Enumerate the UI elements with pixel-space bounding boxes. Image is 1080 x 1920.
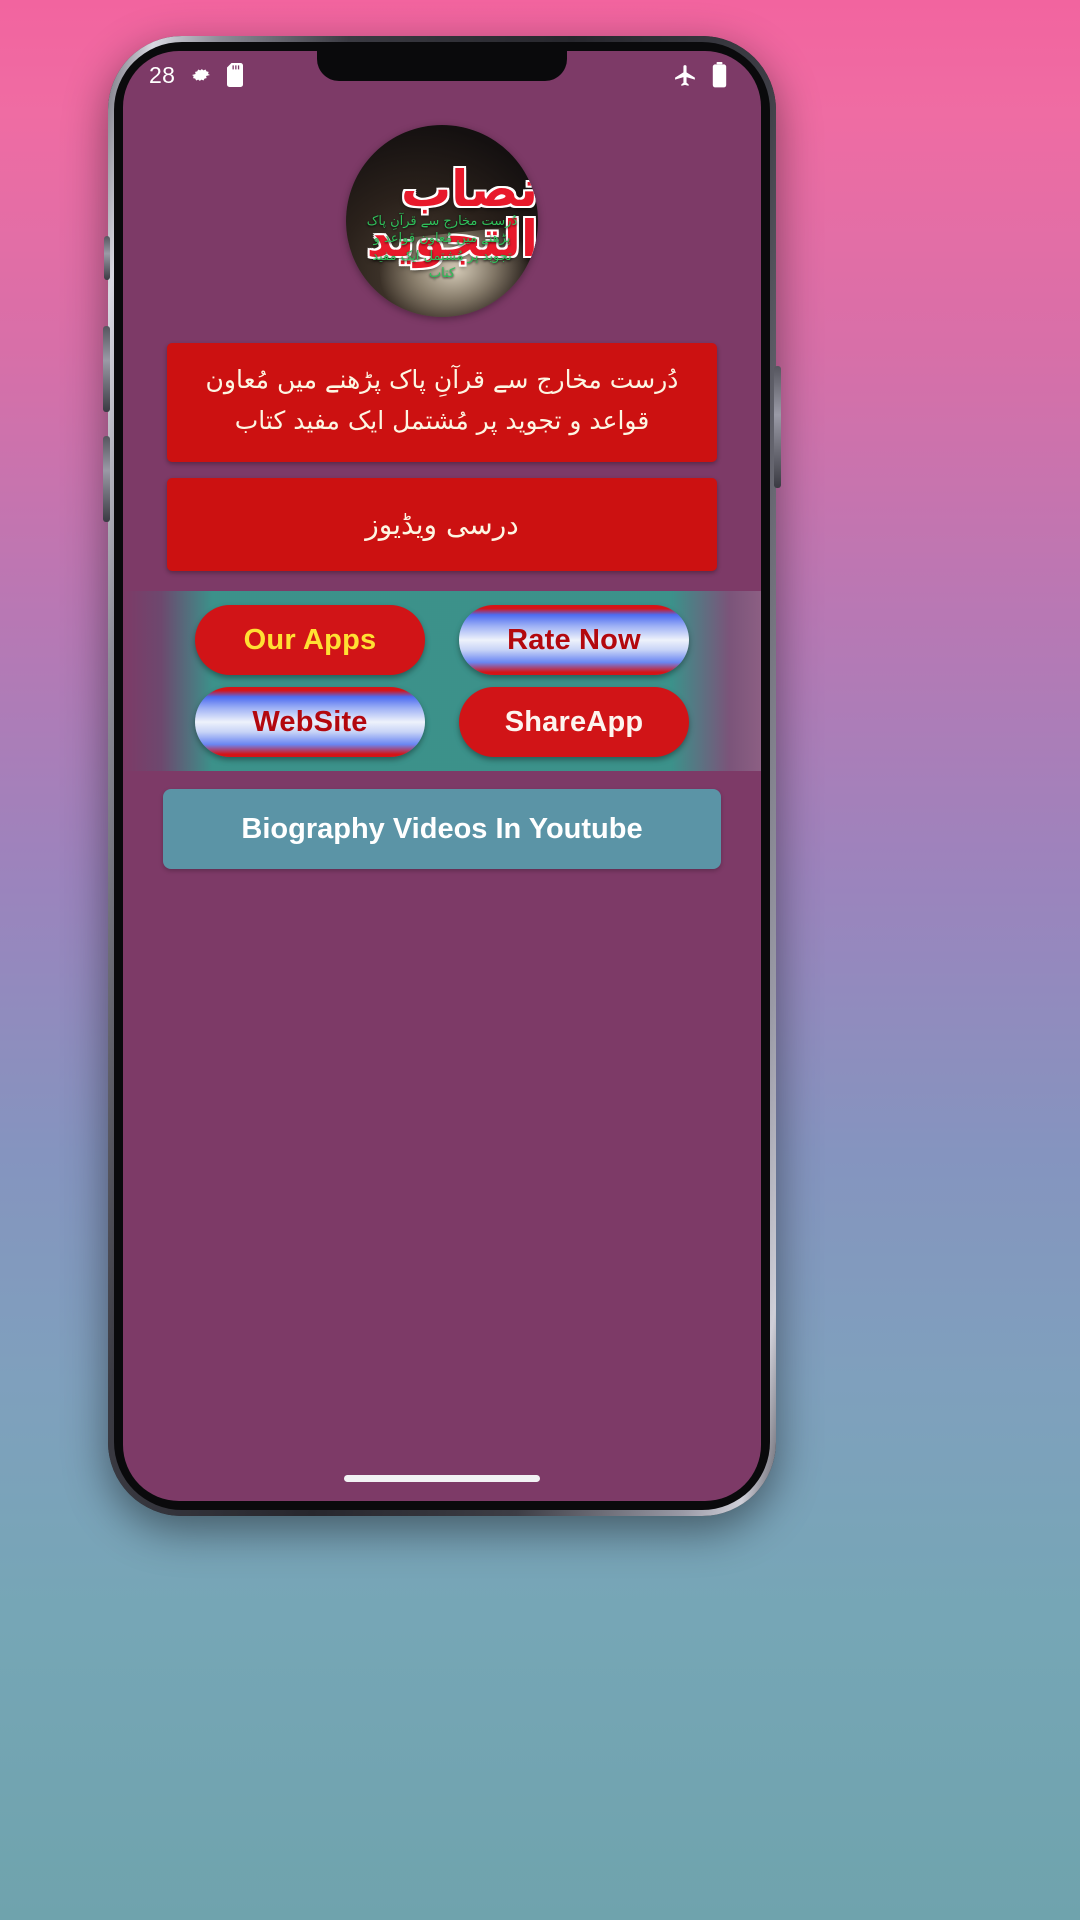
description-banner: دُرست مخارج سے قرآنِ پاک پڑھنے میں مُعاو…: [167, 343, 717, 462]
phone-mockup: 28 نصاب التجوید دُرست مخارج سے قرآنِ پاک…: [103, 36, 781, 1516]
app-logo: نصاب التجوید دُرست مخارج سے قرآنِ پاک پڑ…: [346, 125, 538, 317]
rate-now-button[interactable]: Rate Now: [459, 605, 689, 676]
volume-up-button[interactable]: [103, 326, 110, 412]
logo-subtitle-urdu: دُرست مخارج سے قرآنِ پاک پڑھنے میں مُعاو…: [366, 213, 518, 282]
app-content: نصاب التجوید دُرست مخارج سے قرآنِ پاک پڑ…: [123, 99, 761, 1501]
share-app-button[interactable]: ShareApp: [459, 687, 689, 758]
empty-space: [123, 869, 761, 1455]
gear-icon: [189, 63, 213, 87]
quick-links-row-2: WebSite ShareApp: [123, 687, 761, 758]
home-indicator-area: [123, 1455, 761, 1501]
power-button[interactable]: [774, 366, 781, 488]
biography-videos-youtube-button[interactable]: Biography Videos In Youtube: [163, 789, 721, 870]
silence-switch[interactable]: [104, 236, 110, 280]
our-apps-button[interactable]: Our Apps: [195, 605, 425, 676]
status-bar-right: [673, 62, 727, 88]
logo-container: نصاب التجوید دُرست مخارج سے قرآنِ پاک پڑ…: [123, 125, 761, 317]
home-indicator[interactable]: [344, 1474, 540, 1482]
airplane-mode-icon: [673, 63, 698, 88]
website-button[interactable]: WebSite: [195, 687, 425, 758]
darsi-videos-button[interactable]: درسی ویڈیوز: [167, 477, 717, 572]
sd-card-icon: [227, 63, 245, 87]
status-clock: 28: [149, 61, 176, 88]
quick-links-row-1: Our Apps Rate Now: [123, 605, 761, 676]
notch: [317, 51, 567, 81]
phone-screen: 28 نصاب التجوید دُرست مخارج سے قرآنِ پاک…: [123, 51, 761, 1501]
battery-icon: [712, 62, 727, 88]
volume-down-button[interactable]: [103, 436, 110, 522]
quick-links-panel: Our Apps Rate Now WebSite ShareApp: [123, 591, 761, 772]
status-bar-left: 28: [149, 62, 245, 89]
